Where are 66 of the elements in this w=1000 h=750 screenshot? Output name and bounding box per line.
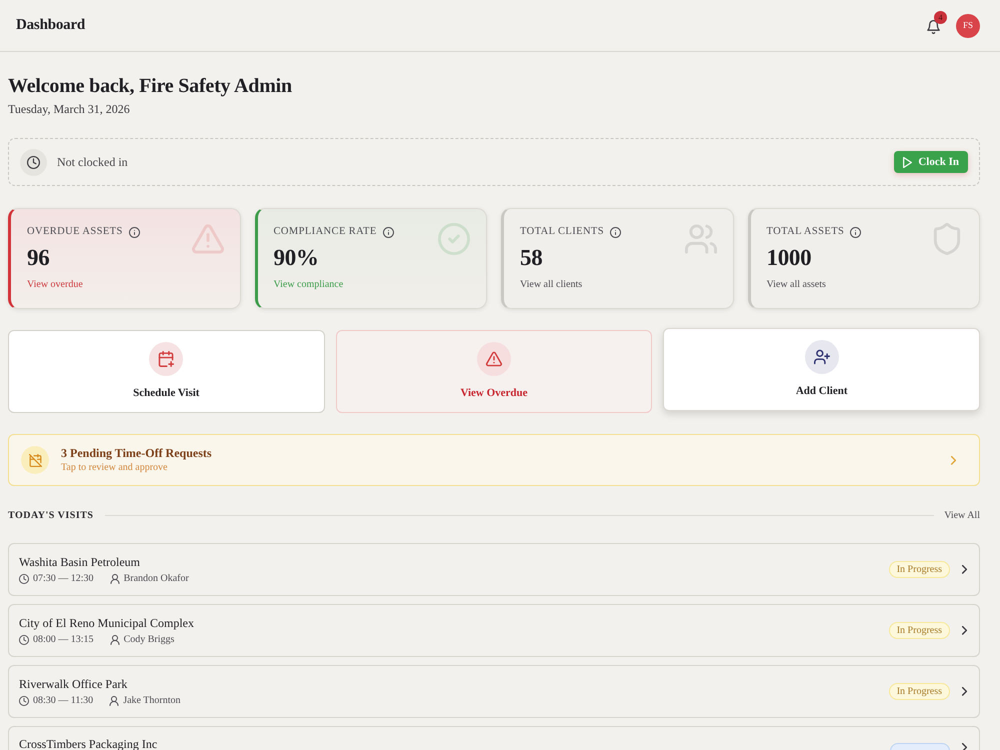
stat-label: OVERDUE ASSETS [27,225,123,239]
users-icon [684,223,716,255]
stat-link[interactable]: View all clients [520,277,582,292]
visit-time: 08:00 — 13:15 [33,632,94,646]
warning-icon [192,223,224,255]
visit-time: 07:30 — 12:30 [33,572,94,586]
stat-label: TOTAL ASSETS [766,225,844,239]
person-icon [110,574,120,584]
status-badge: In Progress [888,683,950,700]
page-title: Dashboard [16,16,86,36]
banner-title: 3 Pending Time-Off Requests [61,446,212,460]
quick-action-button[interactable]: View Overdue [336,330,652,413]
stat-value: 58 [520,244,544,272]
stat-link[interactable]: View overdue [27,277,83,292]
person-icon [110,634,120,644]
technician-name: Jake Thornton [123,694,180,708]
warning-icon [476,342,511,376]
chevron-right-icon [962,626,967,635]
stat-value: 96 [27,244,50,272]
chevron-right-icon [962,743,967,750]
person-icon [109,696,120,706]
info-icon [382,226,394,238]
notification-count: 4 [934,10,947,24]
calendar-plus-icon [149,342,184,376]
stat-value: 90% [274,244,320,272]
bell-icon [927,20,940,34]
clock-icon [19,634,29,644]
stat-label: TOTAL CLIENTS [520,225,604,239]
chevron-right-icon [951,456,956,464]
time-off-banner[interactable]: 3 Pending Time-Off Requests Tap to review and approve [8,434,980,486]
visit-row[interactable]: City of El Reno Municipal Complex 08:00 — 13:15 Cody Briggs In Progress [8,604,980,657]
status-badge: In Progress [888,561,950,578]
clock-status: Not clocked in [57,154,128,171]
check-circle-icon [438,223,470,255]
visit-time: 08:30 — 11:30 [33,694,94,708]
clock-icon [19,574,29,584]
section-heading: TODAY'S VISITS [8,508,94,522]
technician-name: Brandon Okafor [124,572,189,586]
status-badge: In Progress [888,622,950,639]
visit-row[interactable]: Riverwalk Office Park 08:30 — 11:30 Jake Thornton In Progress [8,665,980,718]
welcome-heading: Welcome back, Fire Safety Admin [8,74,293,98]
quick-action-button[interactable]: Add Client [663,328,980,411]
add-user-icon [804,340,839,374]
stat-label: COMPLIANCE RATE [274,225,377,239]
info-icon [128,226,140,238]
quick-action-button[interactable]: Schedule Visit [8,330,325,413]
calendar-off-icon [21,446,49,474]
info-icon [610,226,621,238]
technician-name: Cody Briggs [124,632,174,646]
current-date: Tuesday, March 31, 2026 [8,101,131,117]
chevron-right-icon [962,687,967,696]
visit-name: Washita Basin Petroleum [19,554,142,570]
clock-icon [19,696,29,706]
shield-icon [931,223,963,255]
chevron-right-icon [962,565,967,574]
stat-value: 1000 [766,244,812,272]
visit-row[interactable]: Washita Basin Petroleum 07:30 — 12:30 Brandon Okafor In Progress [8,543,980,596]
view-all-link[interactable]: View All [944,508,980,522]
user-avatar[interactable]: FS [956,14,980,38]
stat-link[interactable]: View all assets [766,277,826,292]
banner-subtitle: Tap to review and approve [61,460,168,474]
info-icon [850,226,862,238]
clock-icon [20,148,47,176]
play-icon [903,156,912,168]
visit-name: Riverwalk Office Park [19,676,128,692]
visit-name: City of El Reno Municipal Complex [19,614,194,630]
